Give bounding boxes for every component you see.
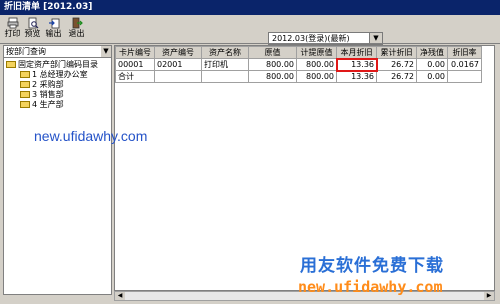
print-button[interactable]: 打印 [3, 16, 22, 42]
query-mode-select[interactable]: 按部门查询 ▼ [4, 46, 111, 58]
department-panel: 按部门查询 ▼ 固定资产部门编码目录 1 总经理办公室 2 采购部 3 销售部 … [3, 45, 112, 295]
table-cell[interactable]: 0.00 [416, 70, 448, 83]
folder-icon [20, 101, 30, 108]
period-select-value: 2012.03(登录)(最新) [272, 34, 350, 43]
table-cell[interactable]: 02001 [154, 58, 202, 71]
column-header[interactable]: 净残值 [416, 46, 448, 59]
tree-root-label: 固定资产部门编码目录 [18, 60, 98, 69]
table-cell[interactable]: 00001 [115, 58, 155, 71]
depreciation-table: 卡片编号 资产编号 资产名称 原值 计提原值 本月折旧 累计折旧 净残值 折旧率… [115, 46, 482, 83]
folder-icon [20, 71, 30, 78]
table-cell[interactable]: 26.72 [376, 70, 417, 83]
tree-item[interactable]: 2 采购部 [6, 80, 111, 90]
table-row[interactable]: 00001 02001 打印机 800.00 800.00 13.36 26.7… [115, 57, 482, 72]
watermark-url-top: new.ufidawhy.com [34, 128, 148, 144]
table-cell[interactable]: 0.00 [416, 58, 448, 71]
exit-button-label: 退出 [68, 29, 85, 38]
column-header[interactable]: 累计折旧 [376, 46, 417, 59]
toolbar-divider [0, 43, 500, 44]
tree-item[interactable]: 4 生产部 [6, 100, 111, 110]
column-header[interactable]: 本月折旧 [336, 46, 377, 59]
tree-root[interactable]: 固定资产部门编码目录 [6, 60, 111, 70]
tree-item-label: 3 销售部 [32, 90, 64, 99]
table-cell[interactable]: 800.00 [248, 70, 297, 83]
column-header[interactable]: 资产编号 [154, 46, 202, 59]
table-cell[interactable]: 26.72 [376, 58, 417, 71]
toolbar: 打印 预览 输出 退出 2012.03(登录)(最新) ▼ [0, 15, 500, 45]
column-header[interactable]: 折旧率 [447, 46, 482, 59]
preview-button[interactable]: 预览 [23, 16, 42, 42]
tree-item-label: 2 采购部 [32, 80, 64, 89]
tree-item[interactable]: 3 销售部 [6, 90, 111, 100]
column-header[interactable]: 原值 [248, 46, 297, 59]
printer-icon [7, 17, 18, 29]
watermark-url-bottom: new.ufidawhy.com [298, 278, 443, 296]
table-cell[interactable]: 0.0167 [447, 58, 482, 71]
table-cell[interactable]: 800.00 [296, 70, 337, 83]
folder-icon [20, 81, 30, 88]
table-cell[interactable] [447, 70, 482, 83]
tree-item-label: 4 生产部 [32, 100, 64, 109]
column-header[interactable]: 资产名称 [201, 46, 249, 59]
watermark-slogan: 用友软件免费下载 [300, 256, 444, 276]
table-total-row[interactable]: 合计 800.00 800.00 13.36 26.72 0.00 [115, 70, 482, 83]
scroll-left-icon[interactable]: ◀ [115, 292, 125, 300]
export-button[interactable]: 输出 [44, 16, 63, 42]
table-cell[interactable]: 800.00 [296, 58, 337, 71]
preview-icon [28, 17, 38, 29]
tree-item[interactable]: 1 总经理办公室 [6, 70, 111, 80]
print-button-label: 打印 [4, 29, 21, 38]
column-header[interactable]: 计提原值 [296, 46, 337, 59]
folder-icon [6, 61, 16, 68]
chevron-down-icon[interactable]: ▼ [101, 46, 111, 57]
folder-icon [20, 91, 30, 98]
table-cell[interactable]: 13.36 [336, 70, 377, 83]
column-header[interactable]: 卡片编号 [115, 46, 155, 59]
export-button-label: 输出 [45, 29, 62, 38]
scroll-right-icon[interactable]: ▶ [484, 292, 494, 300]
tree-item-label: 1 总经理办公室 [32, 70, 88, 79]
window-title: 折旧清单 [2012.03] [0, 0, 500, 15]
table-cell[interactable] [201, 70, 249, 83]
table-cell[interactable] [154, 70, 202, 83]
exit-icon [72, 17, 83, 29]
depreciation-list-window: 折旧清单 [2012.03] 打印 预览 输出 退出 2012.03(登录)(最… [0, 0, 500, 304]
export-icon [48, 18, 59, 29]
table-cell[interactable]: 打印机 [201, 58, 249, 71]
preview-button-label: 预览 [24, 29, 41, 38]
table-cell[interactable]: 800.00 [248, 58, 297, 71]
exit-button[interactable]: 退出 [67, 16, 86, 42]
table-cell[interactable]: 合计 [115, 70, 155, 83]
table-header-row: 卡片编号 资产编号 资产名称 原值 计提原值 本月折旧 累计折旧 净残值 折旧率 [115, 46, 482, 59]
query-mode-value: 按部门查询 [6, 47, 46, 56]
department-tree: 固定资产部门编码目录 1 总经理办公室 2 采购部 3 销售部 4 生产部 [6, 60, 111, 110]
current-month-depreciation-cell[interactable]: 13.36 [335, 57, 378, 72]
